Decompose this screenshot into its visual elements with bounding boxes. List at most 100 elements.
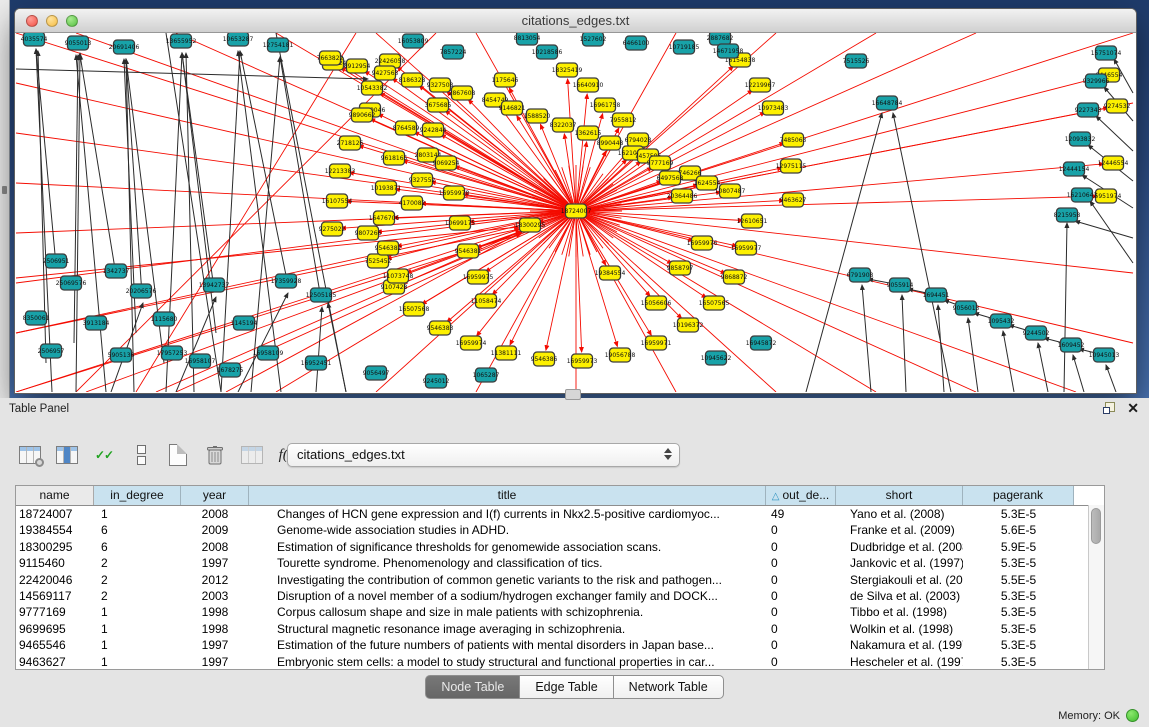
graph-node[interactable]: 16959971 <box>641 336 672 350</box>
delete-columns-icon[interactable] <box>202 442 228 468</box>
graph-node[interactable]: 10196372 <box>673 318 704 332</box>
graph-node[interactable]: 9056497 <box>363 366 390 380</box>
network-graph-canvas[interactable]: 1872400718300295193845542242004689129548… <box>15 33 1134 392</box>
graph-node[interactable]: 11058474 <box>471 294 502 308</box>
graph-node[interactable]: 1678275 <box>217 363 244 377</box>
column-header-out-de-[interactable]: △out_de... <box>766 486 836 505</box>
graph-node[interactable]: 7515526 <box>843 54 870 68</box>
graph-node[interactable]: 9546381 <box>455 244 482 258</box>
graph-node[interactable]: 8186328 <box>399 73 426 87</box>
minimize-window-button[interactable] <box>46 15 58 27</box>
tab-network-table[interactable]: Network Table <box>614 675 724 699</box>
graph-node[interactable]: 19384554 <box>595 266 626 280</box>
show-columns-icon[interactable] <box>54 442 80 468</box>
graph-node[interactable]: 1588520 <box>524 109 551 123</box>
graph-node[interactable]: 9327552 <box>409 173 436 187</box>
graph-node[interactable]: 20206576 <box>126 284 157 298</box>
graph-node[interactable]: 9858797 <box>667 261 694 275</box>
graph-node[interactable]: 18325419 <box>552 63 583 77</box>
graph-node[interactable]: 9618165 <box>381 151 408 165</box>
graph-node[interactable]: 16107554 <box>322 194 353 208</box>
graph-node[interactable]: 11381111 <box>491 346 522 360</box>
graph-node[interactable]: 1175646 <box>492 73 519 87</box>
graph-node[interactable]: 2718126 <box>337 136 364 150</box>
graph-node[interactable]: 16959974 <box>456 336 487 350</box>
table-row[interactable]: 1938455462009Genome-wide association stu… <box>16 522 1104 538</box>
graph-node[interactable]: 10807487 <box>715 184 746 198</box>
graph-node[interactable]: 8322037 <box>550 118 577 132</box>
table-row[interactable]: 946554611997Estimation of the future num… <box>16 637 1104 653</box>
column-header-year[interactable]: year <box>181 486 249 505</box>
zoom-window-button[interactable] <box>66 15 78 27</box>
table-vertical-scrollbar[interactable] <box>1088 505 1104 669</box>
graph-node[interactable]: 16961758 <box>590 98 621 112</box>
graph-node[interactable]: 2506957 <box>38 344 65 358</box>
graph-node[interactable]: 1527602 <box>580 33 607 46</box>
graph-node[interactable]: 10973483 <box>758 101 789 115</box>
graph-node[interactable]: 9329966 <box>1083 74 1110 88</box>
graph-node[interactable]: 20364486 <box>667 189 698 203</box>
graph-node[interactable]: 16959978 <box>439 186 470 200</box>
column-header-name[interactable]: name <box>16 486 94 505</box>
graph-node[interactable]: 18300295 <box>515 218 546 232</box>
table-row[interactable]: 1872400712008Changes of HCN gene express… <box>16 506 1104 522</box>
graph-node[interactable]: 2887682 <box>707 33 734 45</box>
graph-node[interactable]: 16958107 <box>185 354 216 368</box>
graph-node[interactable]: 15056606 <box>641 296 672 310</box>
graph-node[interactable]: 6794028 <box>625 133 652 147</box>
graph-node[interactable]: 19056788 <box>605 348 636 362</box>
graph-node[interactable]: 12754181 <box>263 38 294 52</box>
graph-node[interactable]: 12213383 <box>325 164 356 178</box>
graph-node[interactable]: 8912954 <box>344 59 371 73</box>
graph-node[interactable]: 3675685 <box>425 98 452 112</box>
graph-node[interactable]: 10543382 <box>357 81 388 95</box>
table-row[interactable]: 946362711997Embryonic stem cells: a mode… <box>16 654 1104 670</box>
graph-node[interactable]: 1694451 <box>923 288 950 302</box>
column-header-title[interactable]: title <box>249 486 766 505</box>
column-header-short[interactable]: short <box>836 486 963 505</box>
graph-node[interactable]: 16507565 <box>699 296 730 310</box>
graph-node[interactable]: 4170082 <box>399 196 426 210</box>
graph-node[interactable]: 9890662 <box>349 108 376 122</box>
graph-node[interactable]: 4035574 <box>21 33 48 46</box>
graph-node[interactable]: 1065287 <box>473 368 500 382</box>
select-rows-icon[interactable]: ✓✓ <box>91 442 117 468</box>
graph-node[interactable]: 12446554 <box>1098 156 1129 170</box>
graph-node[interactable]: 7955812 <box>610 113 637 127</box>
graph-node[interactable]: 9546386 <box>531 352 558 366</box>
graph-node[interactable]: 9056013 <box>953 301 980 315</box>
graph-node[interactable]: 5905136 <box>108 348 135 362</box>
graph-node[interactable]: 9055013 <box>65 36 92 50</box>
graph-node[interactable]: 8350061 <box>23 311 50 325</box>
graph-node[interactable]: 9227343 <box>1075 103 1102 117</box>
graph-node[interactable]: 20691406 <box>109 40 140 54</box>
graph-node[interactable]: 15751074 <box>1091 46 1122 60</box>
graph-node[interactable]: 12610651 <box>737 214 768 228</box>
graph-node[interactable]: 1115680 <box>151 312 178 326</box>
graph-node[interactable]: 9868872 <box>721 270 748 284</box>
graph-node[interactable]: 1609452 <box>1058 338 1085 352</box>
graph-node[interactable]: 9546383 <box>427 321 454 335</box>
graph-node[interactable]: 9146821 <box>499 101 526 115</box>
graph-node[interactable]: 11073748 <box>383 269 414 283</box>
graph-node[interactable]: 16053809 <box>398 34 429 48</box>
graph-node[interactable]: 9427563 <box>372 66 399 80</box>
graph-node[interactable]: 6791908 <box>847 268 874 282</box>
column-header-pagerank[interactable]: pagerank <box>963 486 1074 505</box>
window-titlebar[interactable]: citations_edges.txt <box>15 9 1136 33</box>
graph-node[interactable]: 13942737 <box>199 278 230 292</box>
table-mode-icon[interactable] <box>17 442 43 468</box>
graph-node[interactable]: 10218586 <box>532 45 563 59</box>
graph-node[interactable]: 13655952 <box>166 34 197 48</box>
graph-node[interactable]: 8990448 <box>597 136 624 150</box>
graph-node[interactable]: 6466100 <box>623 36 650 50</box>
graph-node[interactable]: 16648784 <box>872 96 903 110</box>
graph-node[interactable]: 1095432 <box>988 314 1015 328</box>
graph-node[interactable]: 12444154 <box>1059 162 1090 176</box>
graph-node[interactable]: 1145194 <box>231 316 258 330</box>
float-panel-icon[interactable] <box>1103 402 1115 414</box>
table-row[interactable]: 911546021997Tourette syndrome. Phenomeno… <box>16 555 1104 571</box>
graph-node[interactable]: 10719185 <box>669 40 700 54</box>
graph-node[interactable]: 9777169 <box>647 156 674 170</box>
graph-node[interactable]: 9463627 <box>780 193 807 207</box>
